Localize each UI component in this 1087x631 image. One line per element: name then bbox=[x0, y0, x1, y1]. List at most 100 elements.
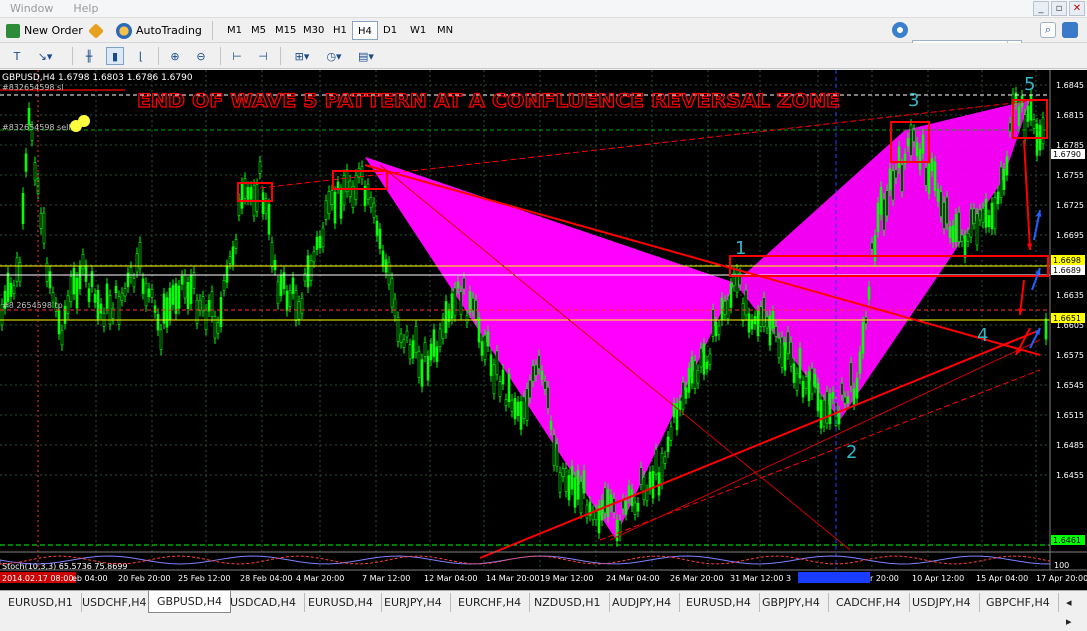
candle-body bbox=[75, 277, 79, 309]
indicators-icon[interactable]: ⊞▾ bbox=[288, 47, 316, 65]
autoscroll-icon[interactable]: ⊢ bbox=[228, 47, 246, 65]
candle-body bbox=[855, 377, 859, 399]
candle-body bbox=[801, 380, 805, 398]
chart-tab[interactable]: AUDJPY,H4 bbox=[604, 593, 681, 612]
chat-icon[interactable] bbox=[1062, 22, 1078, 38]
price-tick: 1.6545 bbox=[1056, 381, 1084, 390]
candle-body bbox=[567, 475, 571, 501]
chart-tab[interactable]: NZDUSD,H1 bbox=[526, 593, 610, 612]
arrow-tool-icon[interactable]: ↘▾ bbox=[36, 47, 54, 65]
periods-icon[interactable]: ◷▾ bbox=[320, 47, 348, 65]
search-icon[interactable]: ⌕ bbox=[1040, 22, 1056, 38]
chart-tab[interactable]: USDCHF,H4 bbox=[74, 593, 156, 612]
candle-body bbox=[531, 365, 535, 382]
candle-body bbox=[642, 476, 646, 501]
candle-body bbox=[402, 339, 406, 348]
candle-body bbox=[183, 274, 187, 299]
candle-body bbox=[492, 364, 496, 394]
candle-body bbox=[624, 501, 628, 515]
candle-body bbox=[660, 452, 664, 484]
chart-tab[interactable]: EURUSD,H4 bbox=[300, 593, 382, 612]
candle-body bbox=[717, 325, 721, 335]
zoom-out-icon[interactable]: ⊖ bbox=[192, 47, 210, 65]
chart-shift-icon[interactable]: ⊣ bbox=[254, 47, 272, 65]
candle-body bbox=[600, 499, 604, 521]
chart-tab[interactable]: USDCAD,H4 bbox=[222, 593, 305, 612]
chart-tab[interactable]: USDJPY,H4 bbox=[904, 593, 980, 612]
candle-body bbox=[453, 287, 457, 317]
candle-body bbox=[93, 293, 97, 303]
chart-tab[interactable]: EURCHF,H4 bbox=[450, 593, 531, 612]
timeframe-m1[interactable]: M1 bbox=[222, 21, 247, 40]
wave-label-5: 5 bbox=[1024, 74, 1035, 95]
price-chart[interactable]: 1 2 3 4 5 END OF WAVE 5 PATTERN AT A CONFLUEN… bbox=[0, 70, 1087, 590]
candle-body bbox=[408, 344, 412, 360]
bar-chart-icon[interactable]: ╫ bbox=[80, 47, 98, 65]
candle-body bbox=[510, 399, 514, 412]
candle-body bbox=[327, 191, 331, 214]
candle-body bbox=[957, 212, 961, 242]
candle-body bbox=[69, 276, 73, 303]
candle-body bbox=[501, 369, 505, 385]
candle-body bbox=[81, 254, 85, 270]
close-button[interactable]: ✕ bbox=[1069, 1, 1085, 16]
candle-body bbox=[156, 313, 160, 331]
timeframe-h4[interactable]: H4 bbox=[352, 21, 378, 40]
tab-scroll-arrows-icon[interactable]: ◂ ▸ bbox=[1058, 593, 1087, 628]
marker-dot bbox=[78, 115, 90, 127]
timeframe-m30[interactable]: M30 bbox=[298, 21, 329, 40]
timeframe-h1[interactable]: H1 bbox=[328, 21, 352, 40]
candle-body bbox=[543, 381, 547, 390]
new-order-button[interactable]: New Order bbox=[6, 21, 83, 40]
candle-body bbox=[423, 342, 427, 357]
pattern-leg bbox=[365, 157, 735, 538]
time-cursor-badge bbox=[798, 572, 870, 583]
candle-body bbox=[243, 178, 247, 199]
restore-button[interactable]: ▫ bbox=[1051, 1, 1067, 16]
candlestick-icon[interactable]: ▮ bbox=[106, 47, 124, 65]
candle-body bbox=[645, 490, 649, 502]
minimize-button[interactable]: _ bbox=[1033, 1, 1049, 16]
timeframe-m5[interactable]: M5 bbox=[246, 21, 271, 40]
chart-tab[interactable]: GBPCHF,H4 bbox=[978, 593, 1059, 612]
text-tool-icon[interactable]: T bbox=[8, 47, 26, 65]
candle-body bbox=[564, 468, 568, 492]
candle-body bbox=[336, 181, 340, 189]
menu-window[interactable]: Window bbox=[0, 2, 63, 15]
chart-tab[interactable]: EURJPY,H4 bbox=[376, 593, 451, 612]
candle-body bbox=[9, 282, 13, 297]
candle-body bbox=[342, 174, 346, 206]
chart-tab[interactable]: CADCHF,H4 bbox=[828, 593, 910, 612]
menu-help[interactable]: Help bbox=[63, 2, 108, 15]
chart-tab[interactable]: GBPUSD,H4 bbox=[148, 591, 231, 613]
candle-body bbox=[267, 204, 271, 235]
line-chart-icon[interactable]: ⌊ bbox=[132, 47, 150, 65]
timeframe-d1[interactable]: D1 bbox=[378, 21, 402, 40]
settings-icon[interactable] bbox=[892, 22, 908, 38]
candle-body bbox=[234, 239, 238, 249]
zoom-in-icon[interactable]: ⊕ bbox=[166, 47, 184, 65]
chart-tab[interactable]: EURUSD,H4 bbox=[678, 593, 760, 612]
chart-tab[interactable]: GBPJPY,H4 bbox=[754, 593, 829, 612]
candle-body bbox=[504, 399, 508, 406]
market-watch-button[interactable] bbox=[88, 21, 104, 40]
timeframe-m15[interactable]: M15 bbox=[270, 21, 301, 40]
templates-icon[interactable]: ▤▾ bbox=[352, 47, 380, 65]
candle-body bbox=[450, 293, 454, 319]
timeframe-mn[interactable]: MN bbox=[432, 21, 458, 40]
candle-body bbox=[537, 355, 541, 369]
time-label: r 20:00 bbox=[870, 574, 899, 583]
price-tick: 1.6755 bbox=[1056, 171, 1084, 180]
candle-body bbox=[774, 326, 778, 337]
chart-tab[interactable]: EURUSD,H1 bbox=[0, 593, 82, 612]
candle-body bbox=[681, 381, 685, 410]
candle-body bbox=[828, 393, 832, 425]
autotrading-button[interactable]: AutoTrading bbox=[116, 21, 202, 40]
candle-body bbox=[477, 317, 481, 343]
candle-body bbox=[132, 278, 136, 288]
timeframe-w1[interactable]: W1 bbox=[405, 21, 431, 40]
wave-label-1: 1 bbox=[735, 238, 746, 259]
candle-body bbox=[1044, 318, 1048, 340]
candle-body bbox=[168, 287, 172, 320]
candle-body bbox=[870, 242, 874, 250]
